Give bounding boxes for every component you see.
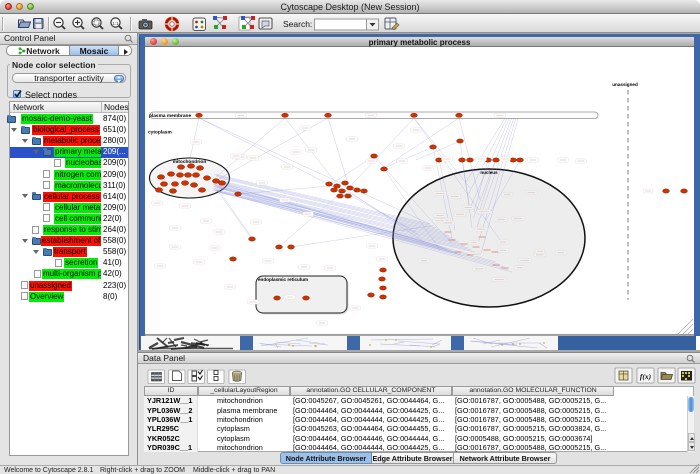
svg-text:1:1: 1:1 xyxy=(112,21,119,26)
svg-text:plasma membrane: plasma membrane xyxy=(149,113,191,119)
svg-text:nucleus: nucleus xyxy=(480,170,498,175)
svg-text:cytoplasm: cytoplasm xyxy=(148,130,172,136)
svg-text:f(x): f(x) xyxy=(640,372,652,381)
svg-text:endoplasmic reticulum: endoplasmic reticulum xyxy=(258,277,308,282)
svg-text:unassigned: unassigned xyxy=(612,82,638,87)
svg-text:Search:: Search: xyxy=(283,19,312,29)
